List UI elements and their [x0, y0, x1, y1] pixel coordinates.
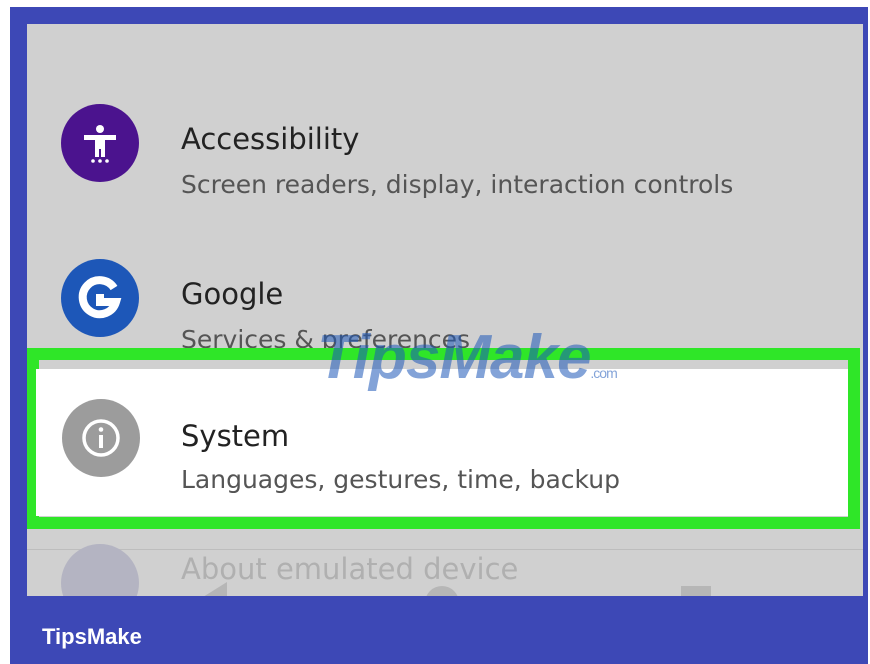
- settings-screen: Accessibility Screen readers, display, i…: [27, 24, 863, 596]
- divider: [27, 549, 863, 550]
- brand-label: TipsMake: [42, 624, 142, 649]
- watermark-suffix: .com: [590, 365, 617, 381]
- accessibility-icon: [61, 104, 139, 182]
- settings-item-accessibility[interactable]: Accessibility Screen readers, display, i…: [27, 64, 863, 219]
- watermark: TipsMake.com: [317, 322, 618, 393]
- watermark-text: TipsMake: [317, 323, 591, 392]
- google-icon: [61, 259, 139, 337]
- item-title: About emulated device: [181, 552, 519, 586]
- back-icon[interactable]: [195, 582, 227, 596]
- phone-icon: [61, 544, 139, 596]
- item-subtitle: Screen readers, display, interaction con…: [181, 170, 734, 199]
- home-icon[interactable]: [425, 586, 459, 596]
- info-icon: [62, 399, 140, 477]
- item-title: System: [181, 419, 290, 453]
- item-subtitle: Languages, gestures, time, backup: [181, 465, 620, 494]
- item-title: Google: [181, 277, 284, 311]
- recents-icon[interactable]: [681, 586, 711, 596]
- item-title: Accessibility: [181, 122, 360, 156]
